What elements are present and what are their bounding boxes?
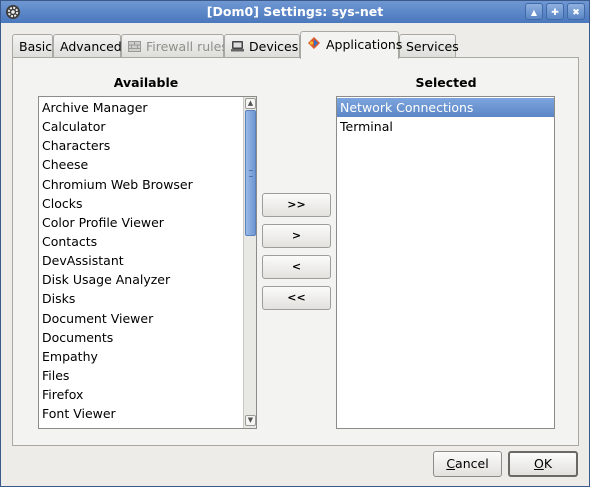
tab-advanced[interactable]: Advanced [53, 34, 122, 59]
list-item[interactable]: Cheese [39, 155, 243, 174]
selected-list[interactable]: Network Connections Terminal [336, 96, 555, 429]
tab-firewall-rules[interactable]: Firewall rules [121, 34, 228, 60]
maximize-button[interactable]: ✚ [546, 3, 564, 20]
devices-icon [231, 36, 244, 60]
add-button[interactable]: > [262, 224, 331, 248]
tab-applications[interactable]: Applications [300, 31, 403, 59]
scroll-down-arrow[interactable]: ▼ [245, 415, 256, 426]
ok-accel: O [533, 456, 544, 471]
tab-label: Advanced [60, 39, 122, 54]
list-item[interactable]: Firefox [39, 385, 243, 404]
tab-basic[interactable]: Basic [12, 34, 53, 59]
available-heading: Available [113, 75, 179, 90]
tab-devices[interactable]: Devices [224, 34, 300, 59]
settings-window: [Dom0] Settings: sys-net ▲ ✚ ✖ Basic Adv… [0, 0, 590, 487]
list-item[interactable]: Color Profile Viewer [39, 213, 243, 232]
remove-button[interactable]: < [262, 255, 331, 279]
window-title: [Dom0] Settings: sys-net [206, 4, 384, 19]
available-list[interactable]: Archive Manager Calculator Characters Chees… [38, 96, 257, 429]
available-scrollbar[interactable]: ▲ ▼ [243, 97, 256, 428]
list-item[interactable]: Document Viewer [39, 309, 243, 328]
scroll-grip-icon [249, 170, 253, 177]
applications-icon [307, 33, 321, 59]
list-item[interactable]: Network Connections [337, 98, 554, 118]
list-item[interactable]: Disks [39, 289, 243, 308]
tab-label: Basic [19, 39, 53, 54]
tab-label: Firewall rules [146, 39, 228, 54]
scroll-thumb[interactable] [245, 110, 256, 236]
scroll-up-arrow[interactable]: ▲ [245, 98, 256, 109]
list-item[interactable]: Disk Usage Analyzer [39, 270, 243, 289]
tab-services[interactable]: Services [399, 34, 459, 59]
cancel-button[interactable]: Cancel [433, 451, 502, 477]
close-button[interactable]: ✖ [567, 3, 585, 20]
list-item[interactable]: Clocks [39, 194, 243, 213]
close-icon: ✖ [572, 8, 580, 18]
title-bar[interactable]: [Dom0] Settings: sys-net ▲ ✚ ✖ [1, 1, 589, 23]
list-item[interactable]: DevAssistant [39, 251, 243, 270]
tab-label: Devices [249, 39, 299, 54]
tab-label: Applications [326, 37, 403, 52]
maximize-icon: ✚ [551, 8, 559, 18]
minimize-icon: ▲ [530, 8, 538, 17]
selected-heading: Selected [415, 75, 477, 90]
list-item[interactable]: Files [39, 366, 243, 385]
add-all-button[interactable]: >> [262, 193, 331, 217]
remove-all-button[interactable]: << [262, 286, 331, 310]
list-item[interactable]: Documents [39, 328, 243, 347]
list-item[interactable]: Font Viewer [39, 404, 243, 423]
list-item[interactable]: Contacts [39, 232, 243, 251]
ok-label: K [543, 456, 553, 471]
list-item[interactable]: Empathy [39, 347, 243, 366]
cancel-accel: C [446, 456, 456, 471]
list-item[interactable]: Characters [39, 136, 243, 155]
list-item[interactable]: Terminal [337, 117, 554, 136]
ok-button[interactable]: OK [508, 451, 578, 477]
applications-panel: Available Selected Archive Manager Calcul… [12, 57, 579, 446]
tab-label: Services [406, 39, 459, 54]
list-item[interactable]: Calculator [39, 117, 243, 136]
list-item[interactable]: Archive Manager [39, 98, 243, 117]
firewall-icon [128, 36, 141, 60]
list-item[interactable]: Chromium Web Browser [39, 175, 243, 194]
cancel-label: ancel [455, 456, 489, 471]
minimize-button[interactable]: ▲ [525, 3, 543, 20]
